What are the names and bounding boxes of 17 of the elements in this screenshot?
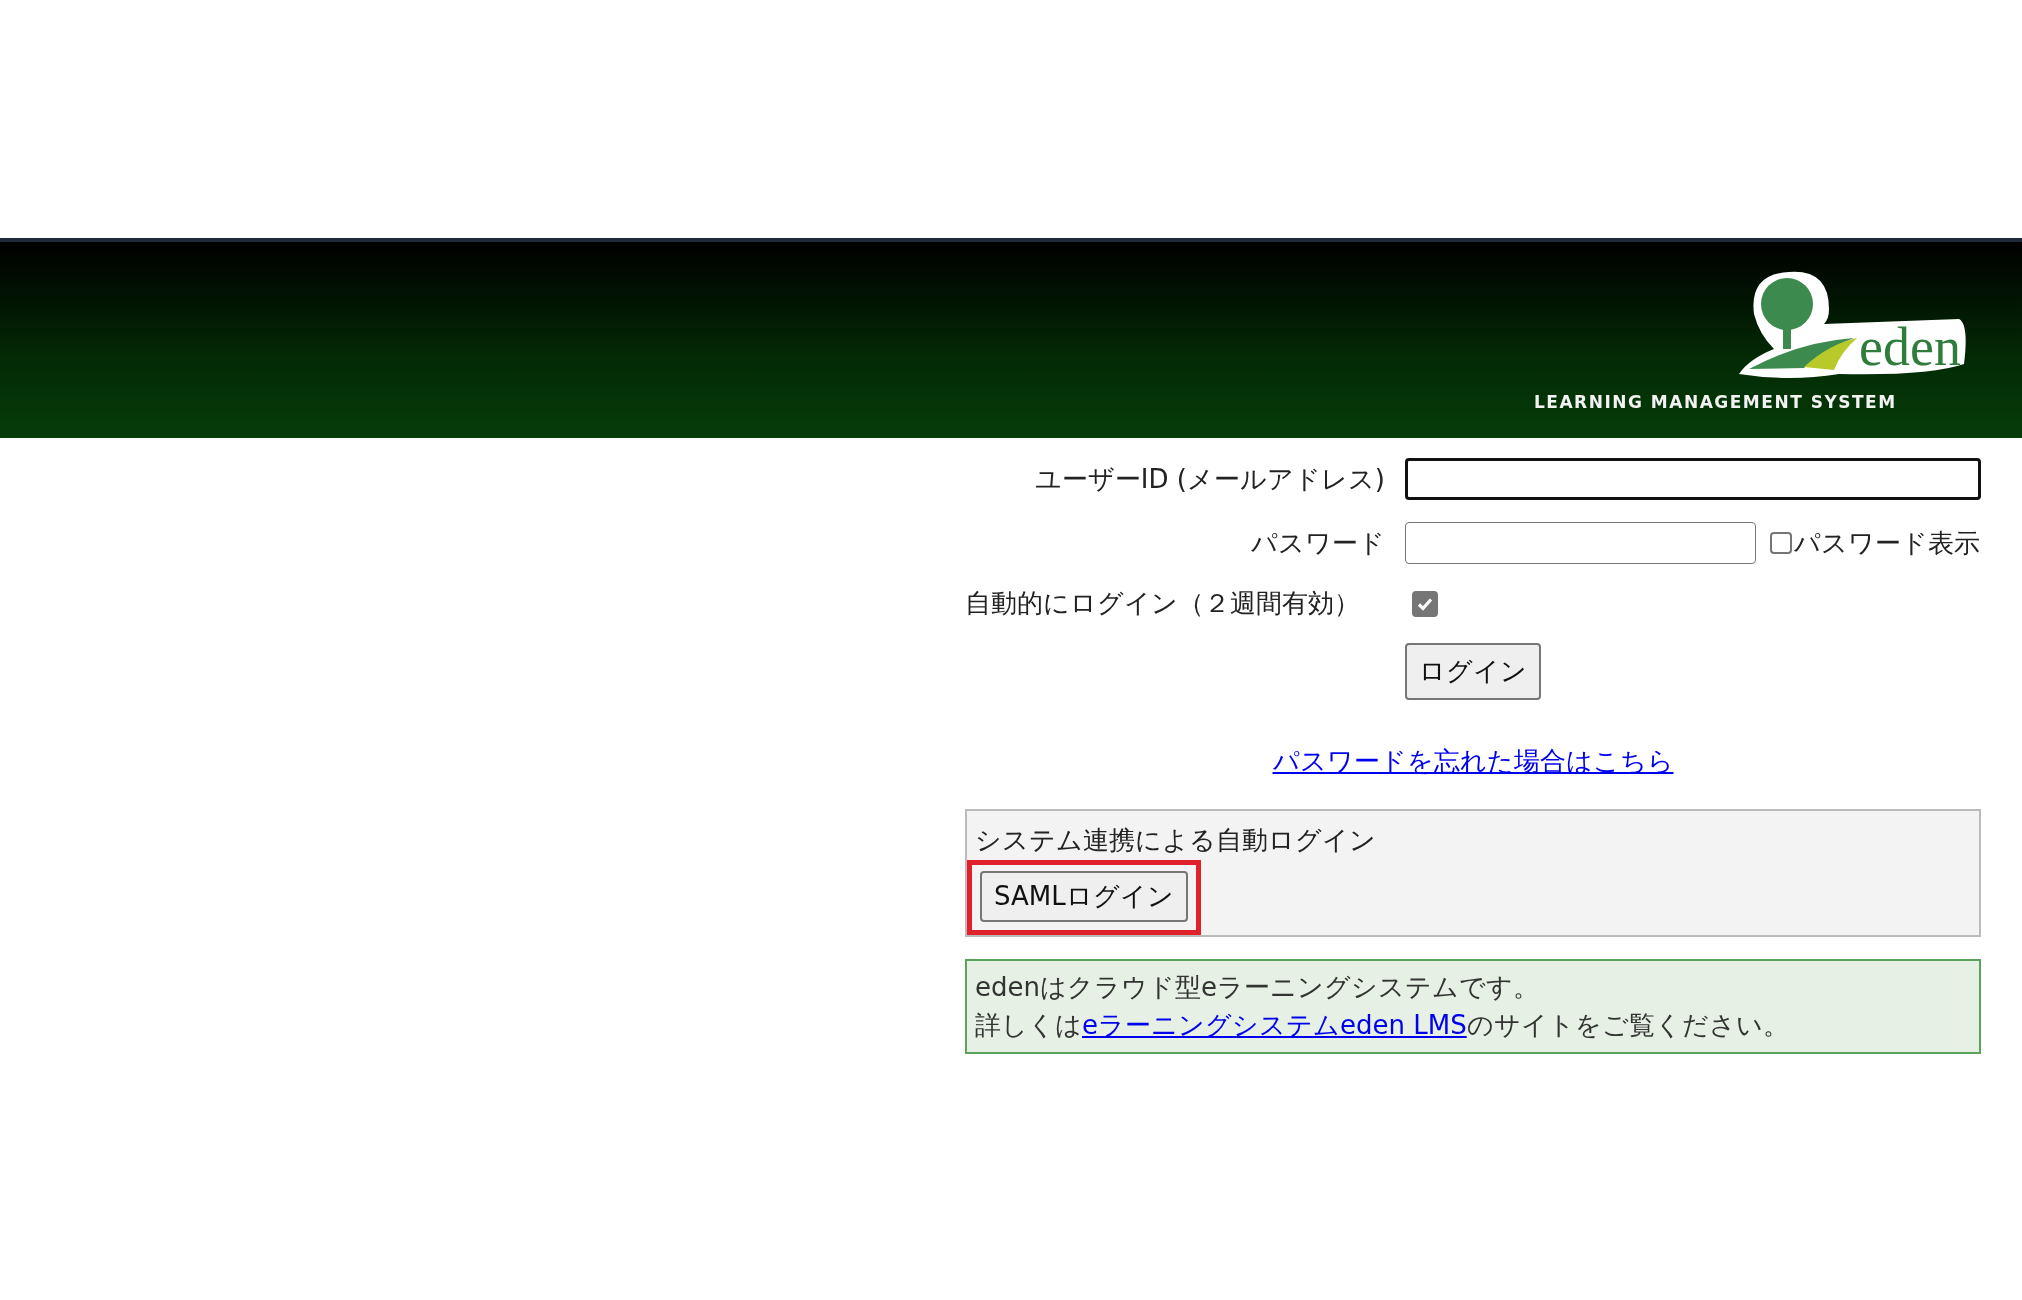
show-password-label: パスワード表示 <box>1794 526 1980 560</box>
saml-panel-title: システム連携による自動ログイン <box>975 824 1376 857</box>
eden-lms-link[interactable]: eラーニングシステムeden LMS <box>1082 1009 1467 1040</box>
forgot-password-link[interactable]: パスワードを忘れた場合はこちら <box>1272 746 1674 776</box>
auto-login-label: 自動的にログイン（２週間有効） <box>965 587 1361 620</box>
info-text: 詳しくはeラーニングシステムeden LMSのサイトをご覧ください。 <box>975 1008 1790 1042</box>
info-text: edenはクラウド型eラーニングシステムです。 <box>975 971 1540 1004</box>
user-id-field[interactable] <box>1405 458 1981 500</box>
saml-login-button[interactable]: SAMLログイン <box>980 871 1188 922</box>
show-password-checkbox[interactable] <box>1770 532 1792 554</box>
auto-login-checkbox[interactable] <box>1412 590 1438 617</box>
password-field[interactable] <box>1405 522 1756 564</box>
logo-tagline: LEARNING MANAGEMENT SYSTEM <box>1534 392 1897 412</box>
login-button[interactable]: ログイン <box>1405 643 1541 700</box>
password-label: パスワード <box>1250 526 1385 560</box>
user-id-label: ユーザーID (メールアドレス) <box>1033 462 1385 496</box>
logo-wordmark: eden <box>1859 320 1961 374</box>
